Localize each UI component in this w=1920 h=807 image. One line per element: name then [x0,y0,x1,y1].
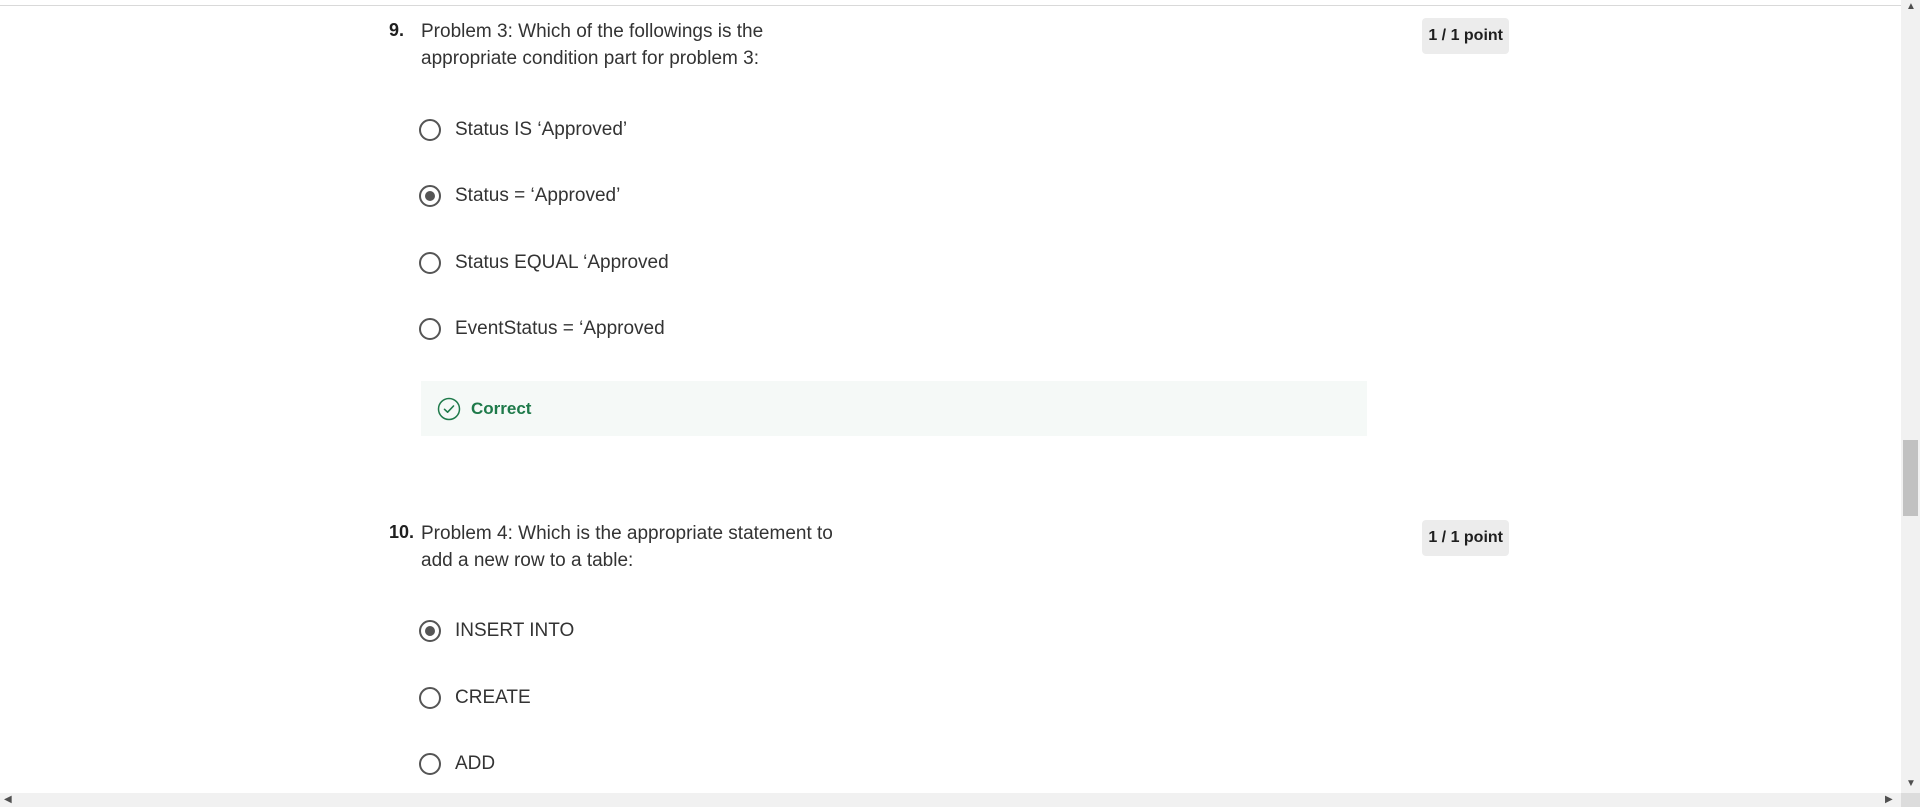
option-add[interactable]: ADD [419,749,495,779]
radio-button[interactable] [419,119,441,141]
question-number: 9. [389,20,405,40]
check-circle-icon [437,397,461,420]
option-status-is-approved[interactable]: Status IS ‘Approved’ [419,115,627,145]
triangle-left-icon[interactable]: ◀ [4,795,12,805]
top-divider [0,0,1901,6]
question-10: 10. Problem 4: Which is the appropriate … [389,520,1509,793]
vertical-scrollbar[interactable]: ▲ ▼ [1901,0,1920,793]
triangle-right-icon[interactable]: ▶ [1885,795,1893,805]
option-label: CREATE [455,687,531,708]
option-label: ADD [455,753,496,774]
scrollbar-thumb[interactable] [1903,440,1918,516]
option-label: EventStatus = ‘Approved [455,318,665,339]
question-text: Problem 3: Which of the followings is th… [421,21,764,69]
option-label: Status IS ‘Approved’ [455,119,628,140]
radio-button-selected[interactable] [419,185,441,207]
points-badge: 1 / 1 point [1422,18,1509,54]
question-9: 9. Problem 3: Which of the followings is… [389,18,1509,438]
feedback-banner: Correct [421,381,1367,436]
radio-button[interactable] [419,753,441,775]
question-number: 10. [389,522,415,542]
option-label: Status EQUAL ‘Approved [455,252,669,273]
triangle-down-icon[interactable]: ▼ [1906,779,1916,789]
horizontal-scrollbar[interactable]: ◀ ▶ [0,793,1901,807]
option-insert-into[interactable]: INSERT INTO [419,616,574,646]
option-status-equal-approved[interactable]: Status EQUAL ‘Approved [419,248,669,278]
radio-button[interactable] [419,687,441,709]
radio-button[interactable] [419,318,441,340]
points-badge: 1 / 1 point [1422,520,1509,556]
question-text: Problem 4: Which is the appropriate stat… [421,523,833,571]
option-eventstatus-approved[interactable]: EventStatus = ‘Approved [419,314,665,344]
radio-button[interactable] [419,252,441,274]
option-label: Status = ‘Approved’ [455,185,621,206]
scrollbar-corner [1901,793,1920,807]
option-label: INSERT INTO [455,620,575,641]
radio-button-selected[interactable] [419,620,441,642]
feedback-label: Correct [471,398,532,418]
option-create[interactable]: CREATE [419,683,531,713]
option-status-equals-approved[interactable]: Status = ‘Approved’ [419,181,620,211]
triangle-up-icon[interactable]: ▲ [1906,2,1916,12]
